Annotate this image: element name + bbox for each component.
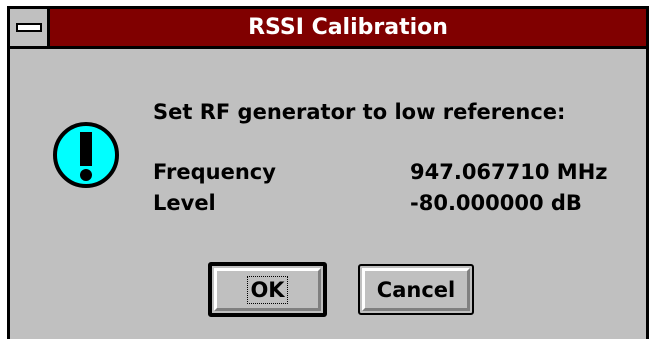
frequency-value: 947.067710 MHz: [410, 160, 608, 184]
cancel-button[interactable]: Cancel: [358, 264, 474, 315]
rssi-calibration-dialog: RSSI Calibration Set RF generator to low…: [7, 6, 649, 339]
ok-button-label: OK: [247, 275, 288, 304]
level-label: Level: [153, 191, 216, 215]
instruction-message: Set RF generator to low reference:: [153, 100, 566, 124]
level-value: -80.000000 dB: [410, 191, 582, 215]
system-menu-button[interactable]: [10, 9, 50, 46]
frequency-label: Frequency: [153, 160, 276, 184]
ok-button[interactable]: OK: [208, 262, 327, 317]
window-title: RSSI Calibration: [248, 15, 448, 40]
exclamation-icon: [53, 122, 119, 188]
cancel-button-label: Cancel: [376, 277, 456, 302]
system-menu-icon: [16, 23, 42, 32]
title-bar[interactable]: RSSI Calibration: [10, 9, 646, 49]
